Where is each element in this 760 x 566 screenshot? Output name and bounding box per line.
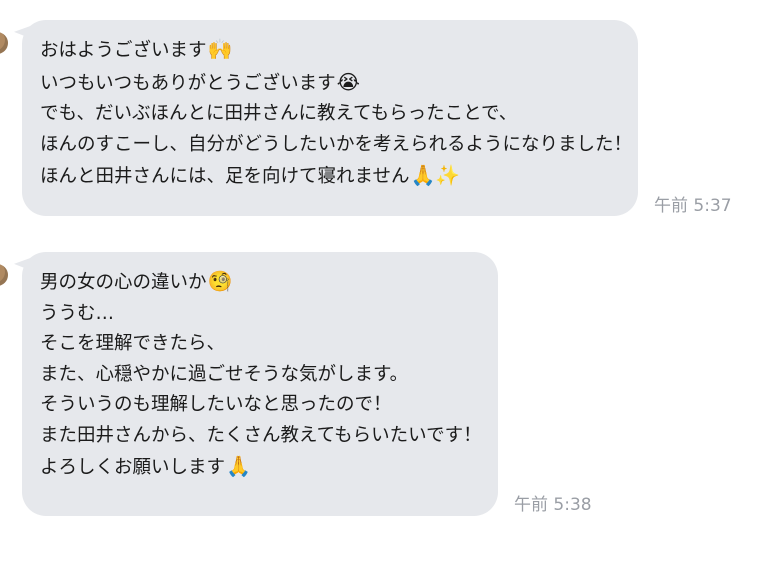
- message-bubble-1[interactable]: おはようございます🙌 いつもいつもありがとうございます😭 でも、だいぶほんとに田…: [22, 20, 638, 216]
- message-line: そこを理解できたら、: [40, 333, 226, 354]
- message-line: そういうのも理解したいなと思ったので！: [40, 394, 392, 415]
- pray-emoji-icon: 🙏: [226, 454, 251, 478]
- message-line: また田井さんから、たくさん教えてもらいたいです！: [40, 424, 482, 446]
- message-timestamp: 午前 5:37: [654, 196, 732, 216]
- message-line: ううむ…: [40, 302, 115, 324]
- crying-face-emoji-icon: 😭: [336, 69, 361, 94]
- sender-avatar[interactable]: [0, 264, 8, 286]
- message-line: 男の女の心の違いか🧐: [40, 269, 233, 293]
- message-line: また、心穏やかに過ごせそうな気がします。: [40, 363, 409, 385]
- chat-thread: おはようございます🙌 いつもいつもありがとうございます😭 でも、だいぶほんとに田…: [0, 0, 760, 566]
- pray-sparkles-emoji-icon: 🙏✨: [410, 163, 461, 187]
- raising-hands-emoji-icon: 🙌: [207, 37, 233, 61]
- message-bubble-2[interactable]: 男の女の心の違いか🧐 ううむ… そこを理解できたら、 また、心穏やかに過ごせそう…: [22, 252, 498, 516]
- message-timestamp: 午前 5:38: [514, 495, 592, 515]
- message-line: よろしくお願いします🙏: [40, 454, 251, 478]
- message-line: ほんのすこーし、自分がどうしたいかを考えられるようになりました！: [40, 133, 633, 155]
- sender-avatar[interactable]: [0, 32, 8, 54]
- message-line: いつもいつもありがとうございます😭: [40, 69, 361, 94]
- message-line: おはようございます🙌: [40, 37, 233, 61]
- monocle-face-emoji-icon: 🧐: [207, 269, 233, 293]
- message-line: ほんと田井さんには、足を向けて寝れません🙏✨: [40, 163, 461, 187]
- message-line: でも、だいぶほんとに田井さんに教えてもらったことで、: [40, 103, 518, 124]
